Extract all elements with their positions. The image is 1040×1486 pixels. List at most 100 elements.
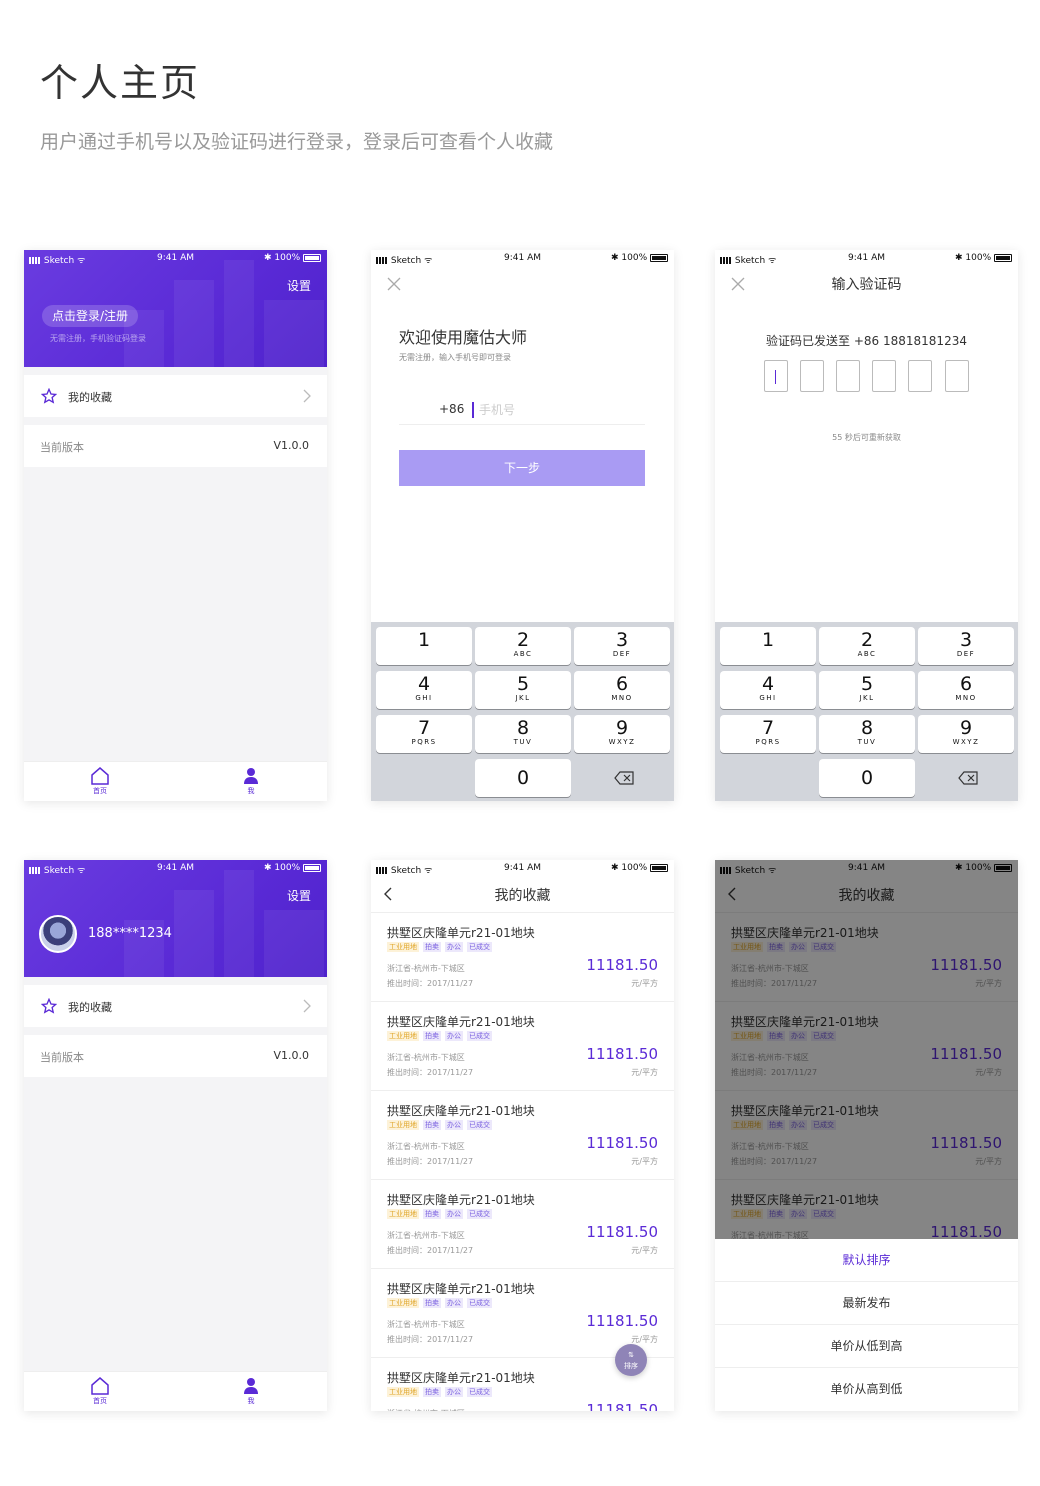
version-row: 当前版本 V1.0.0 (24, 1035, 327, 1077)
item-address: 浙江省-杭州市-下城区 (387, 1053, 465, 1062)
tag: 已成交 (467, 1298, 492, 1308)
key-0[interactable]: 0 (819, 759, 915, 797)
item-address: 浙江省-杭州市-下城区 (387, 964, 465, 973)
item-title: 拱墅区庆隆单元r21-01地块 (387, 1015, 535, 1029)
key-6[interactable]: 6 MNO (574, 671, 670, 709)
favorite-item[interactable]: 拱墅区庆隆单元r21-01地块工业用地拍卖办公已成交浙江省-杭州市-下城区推出时… (371, 913, 674, 1002)
close-icon[interactable] (387, 277, 401, 291)
item-title: 拱墅区庆隆单元r21-01地块 (387, 1371, 535, 1385)
backspace-icon[interactable] (958, 771, 978, 785)
login-register-button[interactable]: 点击登录/注册 (42, 305, 139, 327)
key-5[interactable]: 5 JKL (819, 671, 915, 709)
settings-button[interactable]: 设置 (287, 887, 311, 904)
key-1[interactable]: 1 (376, 627, 472, 665)
tab-bar: 首页 我 (24, 761, 327, 801)
version-row: 当前版本 V1.0.0 (24, 425, 327, 467)
tag: 办公 (445, 942, 463, 952)
chevron-right-icon (303, 999, 311, 1013)
key-9[interactable]: 9 WXYZ (918, 715, 1014, 753)
item-tags: 工业用地 拍卖 办公 已成交 (387, 1031, 496, 1041)
key-3[interactable]: 3 DEF (918, 627, 1014, 665)
country-code[interactable]: +86 (439, 402, 464, 416)
numeric-keypad: 1 2 ABC 3 DEF 4 GHI 5 JKL 6 MNO 7 PQRS 8 TUV 9W… (371, 622, 674, 801)
phone-profile-logged-in: Sketch ᯤ 9:41 AM ✱ 100% 设置 188****1234 我… (24, 860, 327, 1411)
key-1[interactable]: 1 (720, 627, 816, 665)
resend-countdown: 55 秒后可重新获取 (832, 433, 901, 442)
item-address: 浙江省-杭州市-下城区 (387, 1408, 465, 1411)
tag: 办公 (445, 1209, 463, 1219)
tag: 工业用地 (387, 1209, 419, 1219)
page-subtitle: 用户通过手机号以及验证码进行登录，登录后可查看个人收藏 (40, 131, 554, 153)
item-price: 11181.50 (586, 956, 658, 974)
item-title: 拱墅区庆隆单元r21-01地块 (387, 1104, 535, 1118)
numeric-keypad: 1 2 ABC 3 DEF 4 GHI 5 JKL 6 MNO 7 PQRS 8 TUV 9W… (715, 622, 1018, 801)
tag: 工业用地 (387, 1120, 419, 1130)
key-0[interactable]: 0 (475, 759, 571, 797)
profile-body: 我的收藏 当前版本 V1.0.0 (24, 367, 327, 761)
tag: 工业用地 (387, 1298, 419, 1308)
sort-button[interactable]: ⇅ 排序 (615, 1344, 647, 1376)
sort-option-default[interactable]: 默认排序 (715, 1239, 1018, 1282)
next-button[interactable]: 下一步 (399, 450, 645, 486)
profile-header: Sketch ᯤ 9:41 AM ✱ 100% 设置 点击登录/注册 无需注册，… (24, 250, 327, 367)
battery-icon (650, 253, 668, 262)
tag: 拍卖 (423, 1209, 441, 1219)
tag: 已成交 (467, 1209, 492, 1219)
favorite-item[interactable]: 拱墅区庆隆单元r21-01地块工业用地拍卖办公已成交浙江省-杭州市-下城区推出时… (371, 1091, 674, 1180)
key-9[interactable]: 9 WXYZ (574, 715, 670, 753)
code-box[interactable] (836, 360, 860, 392)
tag: 拍卖 (423, 1031, 441, 1041)
code-box[interactable] (872, 360, 896, 392)
item-unit: 元/平方 (631, 1157, 658, 1166)
tag: 办公 (445, 1387, 463, 1397)
phone-number-input[interactable] (472, 402, 642, 418)
key-6[interactable]: 6 MNO (918, 671, 1014, 709)
home-icon (91, 1377, 109, 1395)
code-box[interactable] (945, 360, 969, 392)
tab-home[interactable]: 首页 (70, 767, 130, 796)
key-8[interactable]: 8 TUV (819, 715, 915, 753)
favorite-item[interactable]: 拱墅区庆隆单元r21-01地块工业用地拍卖办公已成交浙江省-杭州市-下城区推出时… (371, 1002, 674, 1091)
sort-option-latest[interactable]: 最新发布 (715, 1282, 1018, 1325)
page-title: 个人主页 (40, 61, 201, 105)
sort-option-price-asc[interactable]: 单价从低到高 (715, 1325, 1018, 1368)
backspace-icon[interactable] (614, 771, 634, 785)
favorites-label: 我的收藏 (68, 391, 112, 404)
star-icon (41, 998, 57, 1014)
key-8[interactable]: 8 TUV (475, 715, 571, 753)
key-4[interactable]: 4 GHI (376, 671, 472, 709)
user-icon (244, 1378, 258, 1394)
key-2[interactable]: 2 ABC (819, 627, 915, 665)
tab-bar: 首页 我 (24, 1371, 327, 1411)
code-box[interactable] (764, 360, 788, 392)
avatar[interactable] (39, 915, 77, 953)
phone-profile-logged-out: Sketch ᯤ 9:41 AM ✱ 100% 设置 点击登录/注册 无需注册，… (24, 250, 327, 801)
settings-button[interactable]: 设置 (287, 277, 311, 294)
sort-option-price-desc[interactable]: 单价从高到低 (715, 1368, 1018, 1411)
item-unit: 元/平方 (631, 1068, 658, 1077)
phone-favorites-sort: Sketch ᯤ 9:41 AM ✱ 100% 我的收藏 拱墅区庆隆单元r21-… (715, 860, 1018, 1411)
item-tags: 工业用地 拍卖 办公 已成交 (387, 1387, 496, 1397)
item-price: 11181.50 (586, 1223, 658, 1241)
favorite-item[interactable]: 拱墅区庆隆单元r21-01地块工业用地拍卖办公已成交浙江省-杭州市-下城区推出时… (371, 1180, 674, 1269)
tab-me[interactable]: 我 (221, 767, 281, 796)
key-4[interactable]: 4 GHI (720, 671, 816, 709)
item-unit: 元/平方 (631, 979, 658, 988)
key-7[interactable]: 7 PQRS (376, 715, 472, 753)
key-7[interactable]: 7 PQRS (720, 715, 816, 753)
key-5[interactable]: 5 JKL (475, 671, 571, 709)
item-tags: 工业用地 拍卖 办公 已成交 (387, 942, 496, 952)
code-box[interactable] (800, 360, 824, 392)
input-underline (399, 424, 645, 425)
code-box[interactable] (908, 360, 932, 392)
tag: 拍卖 (423, 1298, 441, 1308)
favorites-row[interactable]: 我的收藏 (24, 985, 327, 1027)
tab-home[interactable]: 首页 (70, 1377, 130, 1406)
item-date: 推出时间：2017/11/27 (387, 1335, 474, 1344)
favorites-row[interactable]: 我的收藏 (24, 375, 327, 417)
tab-me[interactable]: 我 (221, 1377, 281, 1406)
key-2[interactable]: 2 ABC (475, 627, 571, 665)
item-address: 浙江省-杭州市-下城区 (387, 1142, 465, 1151)
item-date: 推出时间：2017/11/27 (387, 1246, 474, 1255)
key-3[interactable]: 3 DEF (574, 627, 670, 665)
